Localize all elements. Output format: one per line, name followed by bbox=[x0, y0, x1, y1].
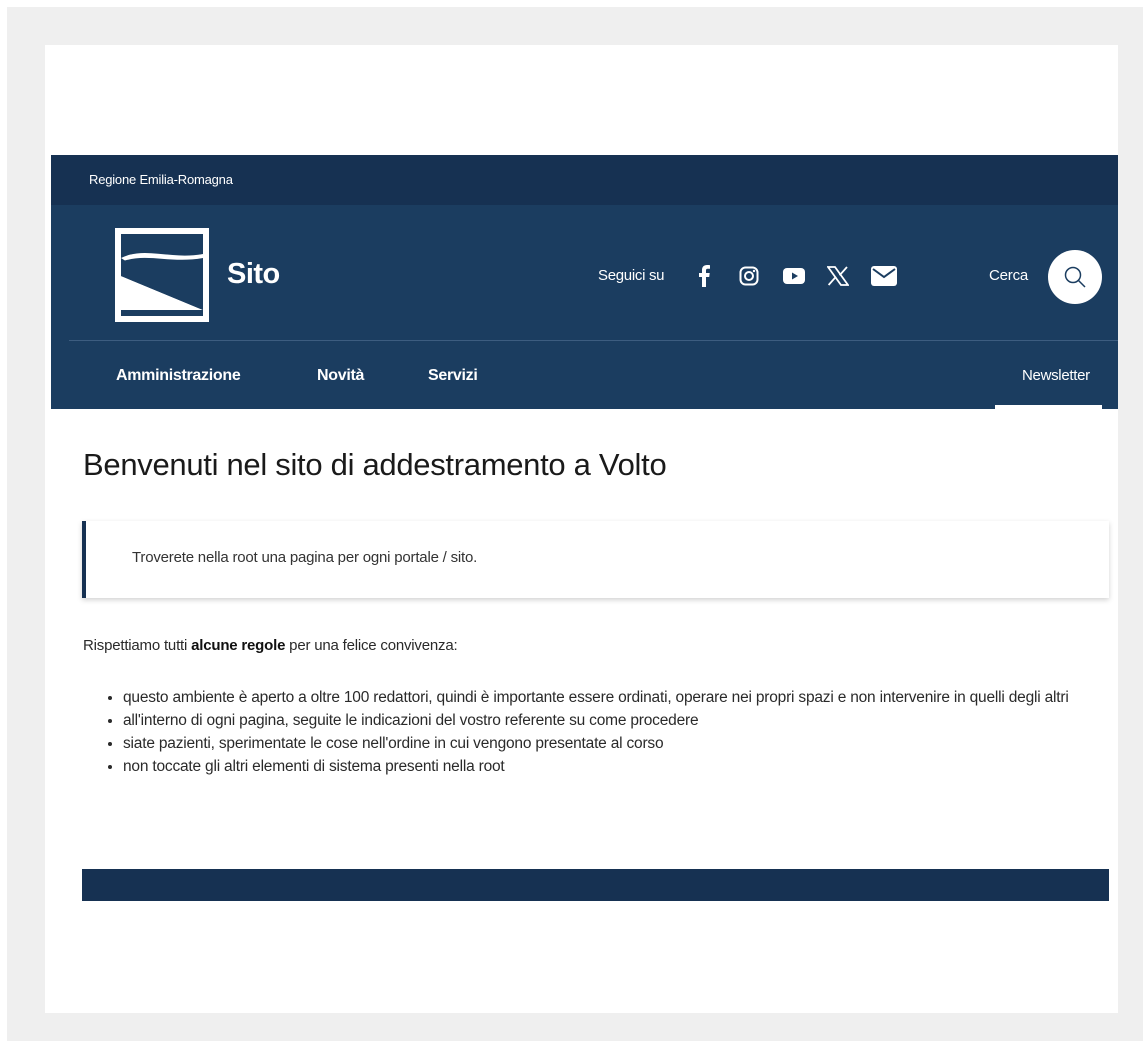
region-link[interactable]: Regione Emilia-Romagna bbox=[89, 172, 233, 187]
mail-icon[interactable] bbox=[871, 263, 897, 289]
header-divider bbox=[69, 340, 1118, 341]
list-item: questo ambiente è aperto a oltre 100 red… bbox=[123, 686, 1093, 709]
callout-text: Troverete nella root una pagina per ogni… bbox=[132, 549, 478, 566]
search-icon bbox=[1064, 266, 1086, 288]
page-title: Benvenuti nel sito di addestramento a Vo… bbox=[83, 447, 667, 482]
site-logo[interactable] bbox=[115, 228, 209, 322]
top-bar: Regione Emilia-Romagna bbox=[51, 155, 1118, 205]
intro-text-before: Rispettiamo tutti bbox=[83, 637, 192, 654]
intro-text-bold: alcune regole bbox=[191, 637, 286, 654]
intro-text-after: per una felice convivenza: bbox=[285, 637, 458, 654]
nav-item-amministrazione[interactable]: Amministrazione bbox=[116, 367, 241, 385]
callout-box: Troverete nella root una pagina per ogni… bbox=[82, 521, 1109, 598]
site-name[interactable]: Sito bbox=[227, 258, 280, 291]
search-button[interactable] bbox=[1048, 250, 1102, 304]
newsletter-active-indicator bbox=[995, 405, 1102, 409]
youtube-icon[interactable] bbox=[781, 263, 807, 289]
site-header: Sito Seguici su Cerca Amministrazione No… bbox=[51, 205, 1118, 409]
list-item: all'interno di ogni pagina, seguite le i… bbox=[123, 709, 1093, 732]
instagram-icon[interactable] bbox=[736, 263, 762, 289]
rules-list: questo ambiente è aperto a oltre 100 red… bbox=[83, 686, 1093, 778]
list-item: non toccate gli altri elementi di sistem… bbox=[123, 755, 1093, 778]
list-item: siate pazienti, sperimentate le cose nel… bbox=[123, 732, 1093, 755]
follow-label: Seguici su bbox=[598, 267, 665, 284]
search-label: Cerca bbox=[989, 267, 1029, 284]
facebook-icon[interactable] bbox=[691, 263, 717, 289]
x-icon[interactable] bbox=[825, 263, 851, 289]
nav-item-servizi[interactable]: Servizi bbox=[428, 367, 478, 385]
intro-paragraph: Rispettiamo tutti alcune regole per una … bbox=[83, 637, 458, 654]
bottom-banner bbox=[82, 869, 1109, 901]
nav-item-novita[interactable]: Novità bbox=[317, 367, 364, 385]
newsletter-link[interactable]: Newsletter bbox=[1022, 367, 1090, 384]
